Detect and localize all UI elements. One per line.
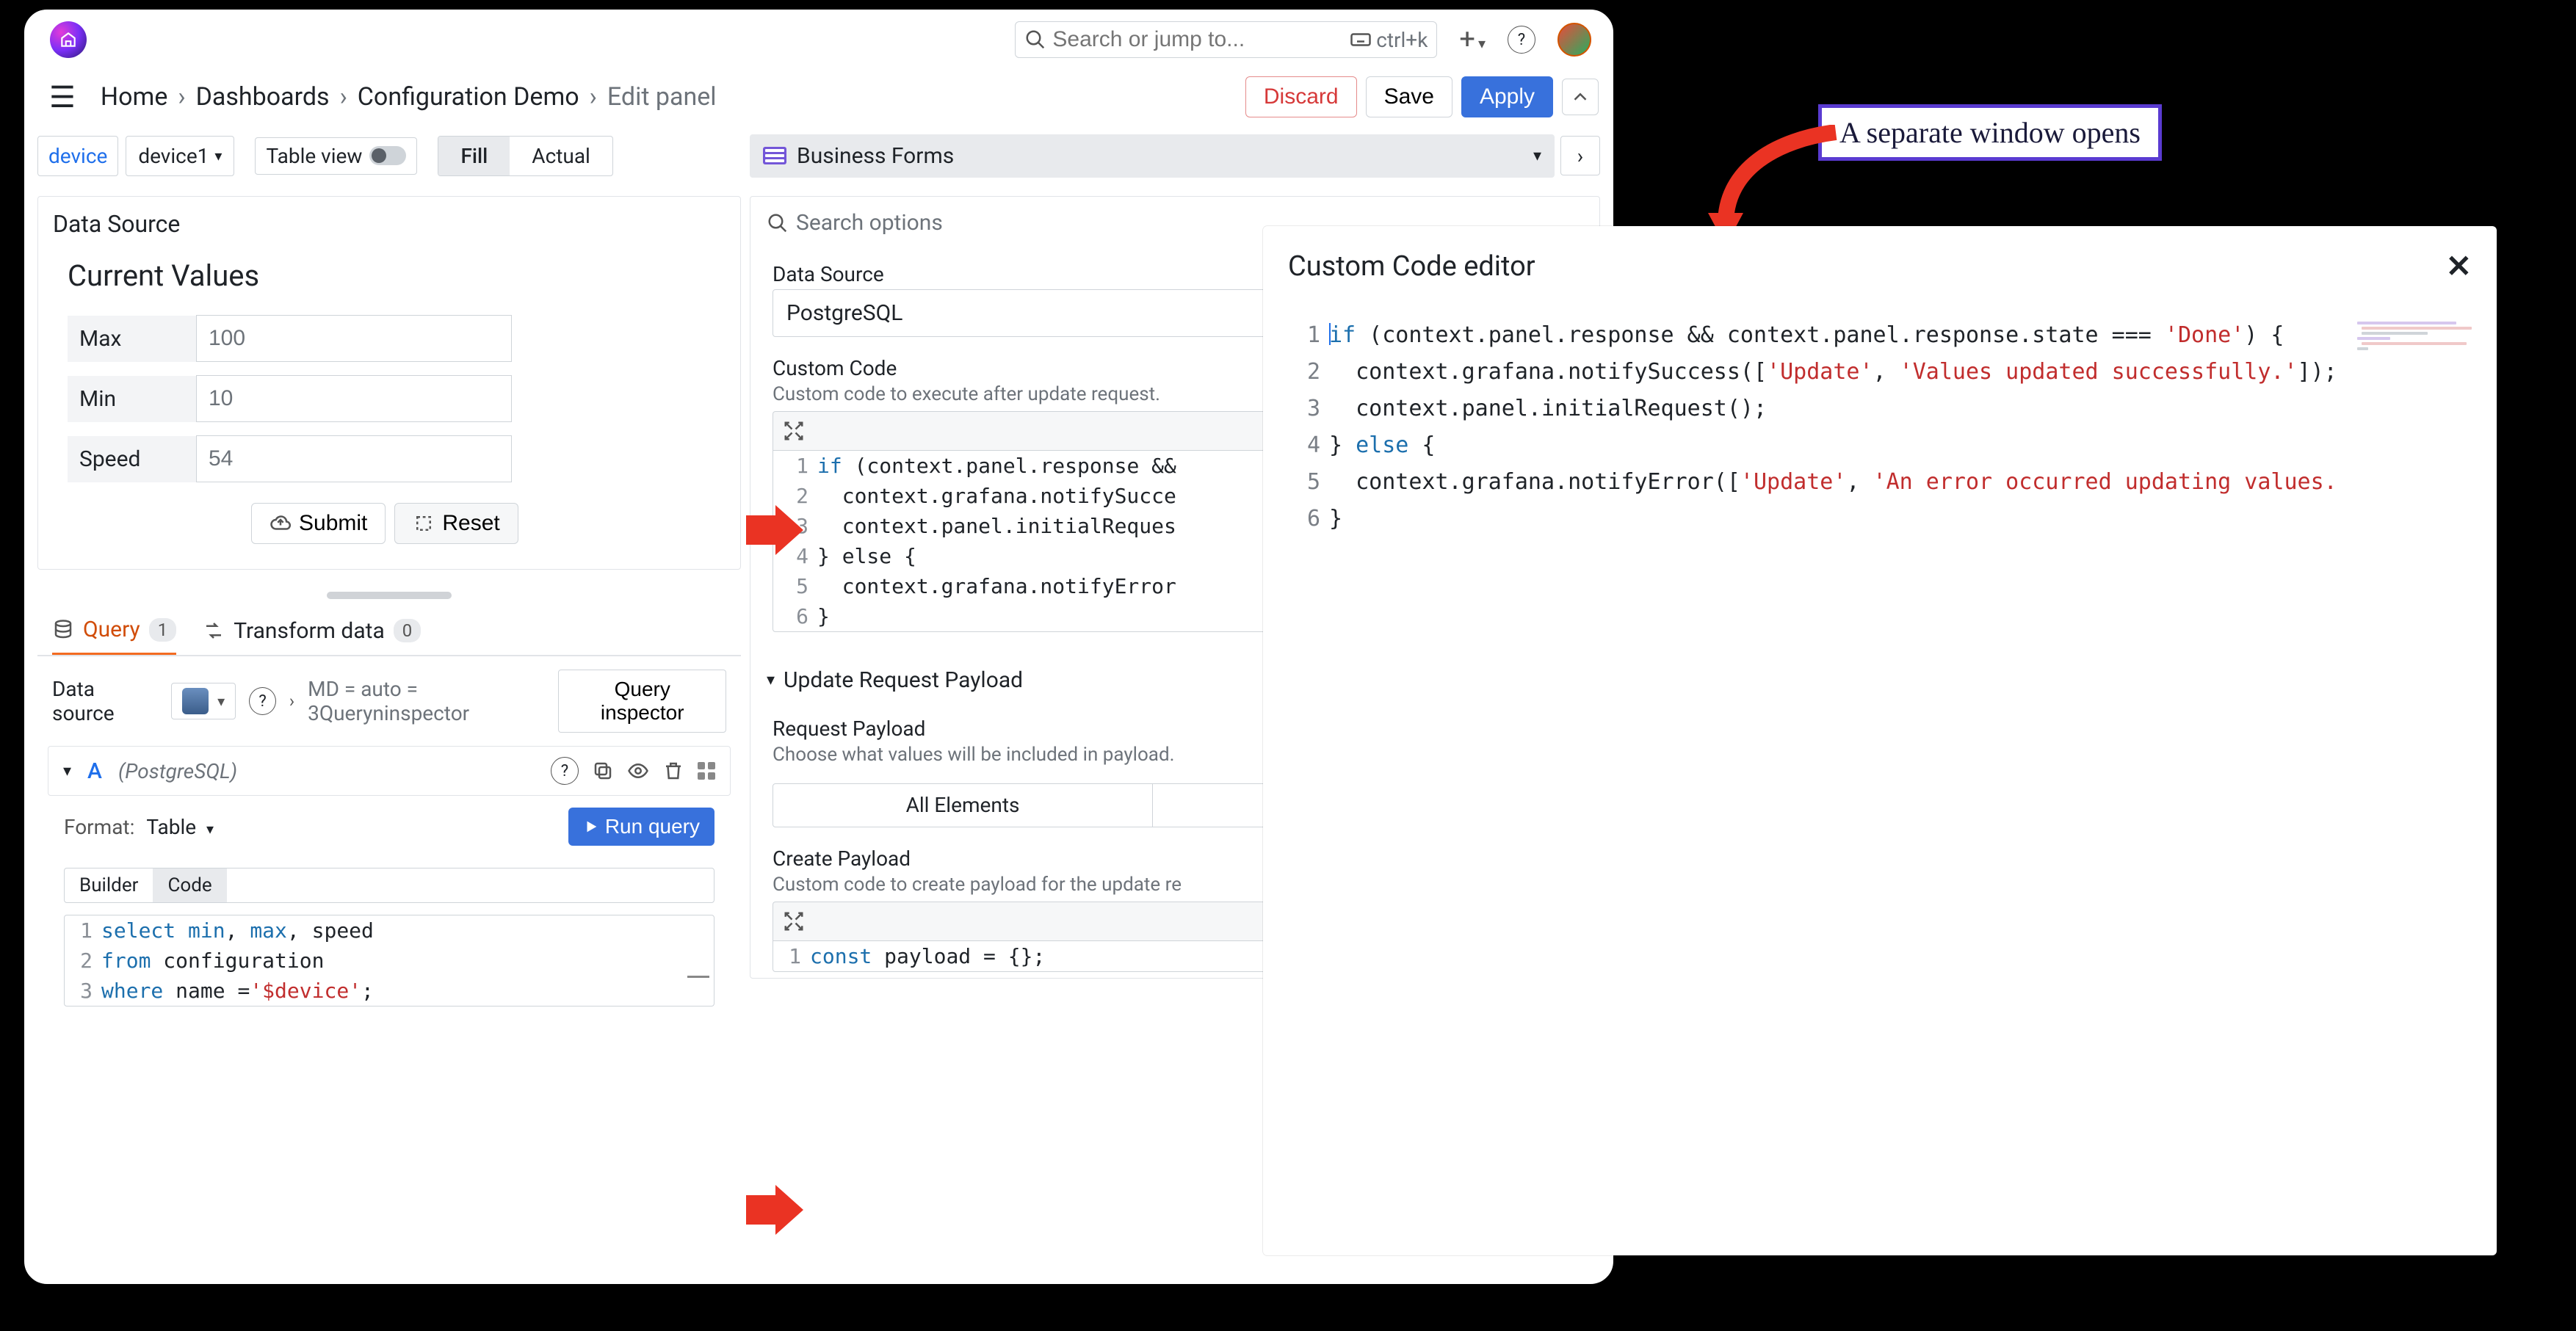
panel-toolbar: device device1▾ Table view Fill Actual bbox=[37, 130, 741, 181]
transform-icon bbox=[203, 620, 225, 642]
breadcrumb-row: ☰ Home› Dashboards› Configuration Demo› … bbox=[24, 64, 1613, 130]
tab-transform[interactable]: Transform data 0 bbox=[203, 618, 421, 654]
form-row: Speed bbox=[68, 435, 711, 482]
annotation-callout: A separate window opens bbox=[1818, 104, 2162, 161]
query-tabs: Query 1 Transform data 0 bbox=[37, 606, 741, 656]
actual-button[interactable]: Actual bbox=[510, 137, 612, 175]
search-icon bbox=[767, 212, 789, 234]
query-header[interactable]: ▾ A (PostgreSQL) ? bbox=[48, 746, 731, 796]
expand-icon bbox=[783, 910, 805, 932]
kbd-hint: ctrl+k bbox=[1350, 28, 1428, 52]
form-input[interactable] bbox=[196, 435, 512, 482]
expand-icon bbox=[783, 420, 805, 442]
form-row: Max bbox=[68, 315, 711, 362]
grafana-logo[interactable] bbox=[50, 21, 87, 58]
save-button[interactable]: Save bbox=[1366, 76, 1452, 117]
menu-icon[interactable]: ☰ bbox=[49, 80, 76, 115]
close-button[interactable]: ✕ bbox=[2446, 248, 2472, 285]
code-tab[interactable]: Code bbox=[153, 868, 226, 902]
apply-button[interactable]: Apply bbox=[1461, 76, 1553, 117]
form-label: Min bbox=[68, 376, 196, 422]
var-device[interactable]: device bbox=[37, 136, 118, 176]
fit-segment: Fill Actual bbox=[438, 136, 612, 176]
md-text: MD = auto = 3Queryninspector bbox=[308, 677, 574, 725]
tab-query[interactable]: Query 1 bbox=[52, 617, 176, 655]
section-title: Current Values bbox=[68, 258, 711, 293]
fill-button[interactable]: Fill bbox=[438, 137, 510, 175]
query-letter: A bbox=[87, 758, 102, 784]
expand-cp-button[interactable] bbox=[781, 908, 807, 935]
search-input[interactable] bbox=[1052, 27, 1350, 52]
postgres-icon bbox=[182, 688, 209, 714]
var-device-value[interactable]: device1▾ bbox=[126, 136, 234, 176]
submit-button[interactable]: Submit bbox=[251, 503, 386, 544]
annotation-arrow bbox=[746, 505, 805, 555]
search-icon bbox=[1024, 29, 1046, 51]
query-ds-name: (PostgreSQL) bbox=[118, 759, 237, 783]
datasource-row: Data source ▾ ? › MD = auto = 3Querynins… bbox=[37, 656, 741, 746]
next-viz-button[interactable]: › bbox=[1560, 136, 1600, 175]
top-icons: +▾ ? bbox=[1459, 23, 1591, 57]
add-menu[interactable]: +▾ bbox=[1459, 23, 1486, 56]
global-search[interactable]: ctrl+k bbox=[1015, 21, 1437, 58]
payload-all[interactable]: All Elements bbox=[773, 784, 1153, 827]
panel-preview: Data Source Current Values Max Min Speed S… bbox=[37, 196, 741, 570]
drag-handle-icon[interactable] bbox=[698, 762, 715, 780]
eye-icon[interactable] bbox=[627, 760, 649, 782]
form-label: Max bbox=[68, 316, 196, 362]
modal-code-editor[interactable]: 1if (context.panel.response && context.p… bbox=[1288, 317, 2472, 1220]
minimap[interactable] bbox=[2357, 322, 2467, 352]
bc-edit: Edit panel bbox=[607, 82, 717, 112]
query-help-icon[interactable]: ? bbox=[551, 757, 579, 785]
panel-title: Data Source bbox=[53, 210, 726, 238]
form-input[interactable] bbox=[196, 375, 512, 422]
format-row: Format: Table ▾ Run query bbox=[37, 796, 741, 857]
run-query-button[interactable]: Run query bbox=[568, 808, 714, 846]
format-select[interactable]: Table ▾ bbox=[146, 815, 214, 839]
annotation-arrow bbox=[746, 1185, 805, 1235]
form-icon bbox=[763, 147, 786, 164]
form-input[interactable] bbox=[196, 315, 512, 362]
reset-icon bbox=[413, 512, 435, 534]
chevron-down-icon: ▾ bbox=[63, 762, 71, 780]
bc-config[interactable]: Configuration Demo bbox=[358, 82, 579, 112]
right-toolbar: Business Forms ▾ › bbox=[750, 130, 1600, 181]
discard-button[interactable]: Discard bbox=[1245, 76, 1357, 117]
table-view-toggle[interactable]: Table view bbox=[255, 137, 417, 175]
modal-title: Custom Code editor bbox=[1288, 250, 1535, 283]
form-row: Min bbox=[68, 375, 711, 422]
keyboard-icon bbox=[1350, 29, 1372, 51]
resize-handle[interactable] bbox=[327, 592, 452, 599]
bc-dashboards[interactable]: Dashboards bbox=[196, 82, 330, 112]
left-column: device device1▾ Table view Fill Actual D… bbox=[37, 130, 741, 1278]
query-inspector-button[interactable]: Query inspector bbox=[558, 670, 726, 733]
trash-icon[interactable] bbox=[662, 760, 684, 782]
cloud-upload-icon bbox=[269, 512, 292, 534]
topbar: ctrl+k +▾ ? bbox=[24, 15, 1613, 64]
database-icon bbox=[52, 619, 74, 641]
custom-code-editor-modal: Custom Code editor ✕ 1if (context.panel.… bbox=[1263, 226, 2497, 1255]
form-label: Speed bbox=[68, 436, 196, 482]
builder-code-segment: Builder Code bbox=[64, 868, 714, 903]
sql-editor[interactable]: 1select min, max, speed2from configurati… bbox=[64, 915, 714, 1007]
ds-help-icon[interactable]: ? bbox=[249, 687, 276, 715]
viz-picker[interactable]: Business Forms ▾ bbox=[750, 134, 1555, 178]
avatar[interactable] bbox=[1557, 23, 1591, 57]
chevron-up-icon bbox=[1569, 86, 1591, 108]
ds-picker[interactable]: ▾ bbox=[171, 683, 236, 719]
breadcrumb: Home› Dashboards› Configuration Demo› Ed… bbox=[101, 82, 717, 112]
collapse-options-button[interactable] bbox=[1562, 79, 1599, 115]
expand-cc-button[interactable] bbox=[781, 418, 807, 444]
copy-icon[interactable] bbox=[592, 760, 614, 782]
builder-tab[interactable]: Builder bbox=[65, 868, 153, 902]
chevron-right-icon[interactable]: › bbox=[289, 691, 294, 711]
reset-button[interactable]: Reset bbox=[394, 503, 518, 544]
help-icon[interactable]: ? bbox=[1508, 26, 1535, 54]
bc-home[interactable]: Home bbox=[101, 82, 168, 112]
ds-label: Data source bbox=[52, 677, 158, 725]
